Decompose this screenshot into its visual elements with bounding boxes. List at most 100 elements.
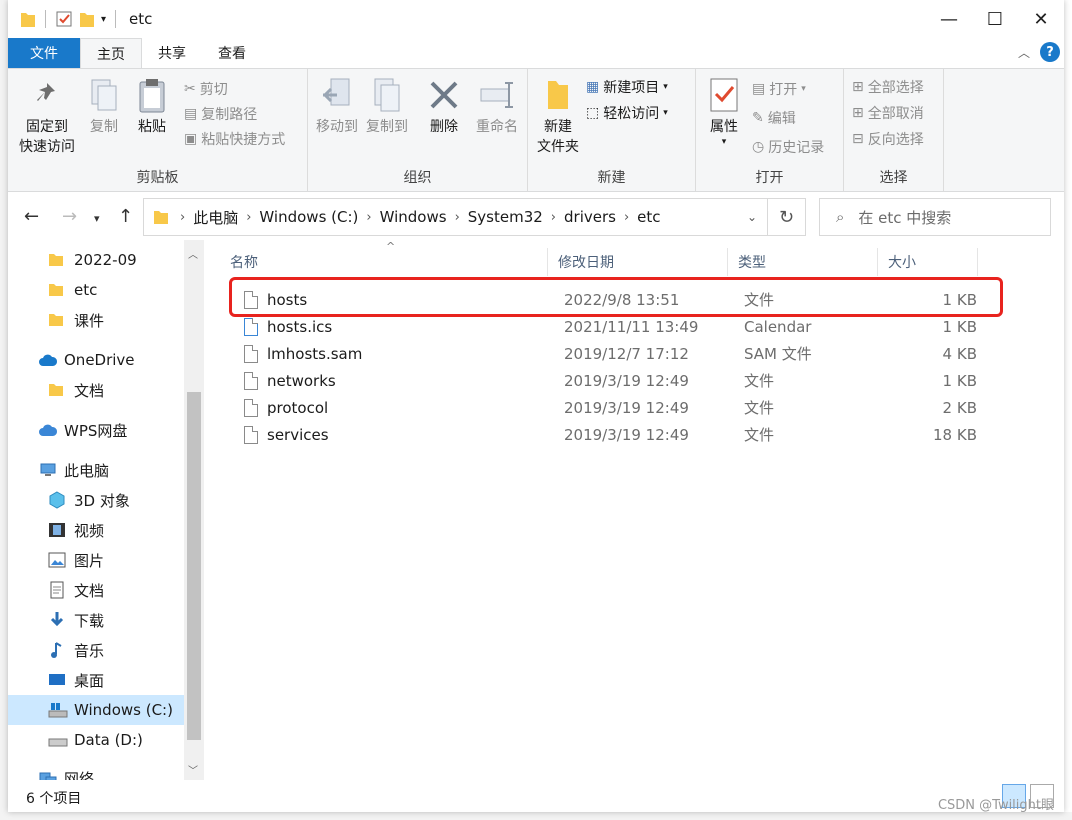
recent-locations-chevron-icon[interactable]: ▾ [94,212,100,225]
open-button[interactable]: ▤ 打开 ▾ [752,77,806,101]
breadcrumb-separator-icon: › [454,209,460,225]
tab-share[interactable]: 共享 [142,38,202,68]
pin-to-quick-access-button[interactable]: 固定到 快速访问 [16,75,78,157]
file-row[interactable]: services 2019/3/19 12:49 文件 18 KB [230,421,990,448]
column-header-date[interactable]: 修改日期 [548,248,728,276]
file-name: services [267,425,329,444]
nav-item-etc[interactable]: etc [8,275,184,305]
tab-view[interactable]: 查看 [202,38,262,68]
drive-icon [48,738,68,747]
search-box[interactable]: ⌕ 在 etc 中搜索 [819,198,1051,236]
help-icon[interactable]: ? [1040,42,1060,62]
nav-item-windows-c[interactable]: Windows (C:) [8,695,184,725]
file-row[interactable]: hosts.ics 2021/11/11 13:49 Calendar 1 KB [230,313,990,340]
paste-shortcut-label: 粘贴快捷方式 [201,132,286,148]
nav-item-label: WPS网盘 [64,421,128,440]
new-folder-button[interactable]: 新建 文件夹 [534,75,582,157]
nav-item-onedrive[interactable]: OneDrive [8,345,184,375]
breadcrumb-separator-icon: › [246,209,252,225]
nav-item-2022-09[interactable]: 2022-09 [8,245,184,275]
open-chevron-icon: ▾ [801,84,806,94]
customize-toolbar-chevron-icon[interactable]: ▾ [101,14,106,25]
close-button[interactable]: ✕ [1018,0,1064,38]
move-to-button[interactable]: 移动到 [314,75,360,137]
nav-item-downloads[interactable]: 下载 [8,605,184,635]
select-all-button[interactable]: ⊞ 全部选择 [852,75,924,99]
file-row[interactable]: hosts 2022/9/8 13:51 文件 1 KB [230,286,990,313]
copy-path-button[interactable]: ▤ 复制路径 [184,102,257,126]
tab-home[interactable]: 主页 [80,38,142,68]
rename-button[interactable]: 重命名 [472,75,522,137]
up-arrow-icon[interactable]: ↑ [118,206,133,227]
new-item-button[interactable]: ▦ 新建项目 ▾ [586,75,668,99]
nav-scrollbar[interactable]: ︿ ﹀ [184,240,204,780]
copy-to-label: 复制到 [366,119,408,135]
file-date: 2019/12/7 17:12 [564,344,689,363]
open-group-label: 打开 [755,170,784,186]
select-none-button[interactable]: ⊞ 全部取消 [852,101,924,125]
easy-access-button[interactable]: ⬚ 轻松访问 ▾ [586,101,668,125]
folder-icon [49,254,63,266]
address-bar[interactable]: › 此电脑 › Windows (C:) › Windows › System3… [143,198,768,236]
nav-item-3d-objects[interactable]: 3D 对象 [8,485,184,515]
breadcrumb-windows[interactable]: Windows [380,208,447,226]
scroll-down-chevron-icon[interactable]: ﹀ [188,762,198,777]
file-icon [244,425,258,444]
properties-chevron-icon: ▾ [721,137,727,147]
file-row[interactable]: lmhosts.sam 2019/12/7 17:12 SAM 文件 4 KB [230,340,990,367]
collapse-ribbon-chevron-icon[interactable]: ︿ [1018,44,1030,61]
invert-selection-button[interactable]: ⊟ 反向选择 [852,127,924,151]
file-size: 1 KB [942,290,977,309]
nav-item-network[interactable]: 网络 [8,763,184,780]
paste-shortcut-button[interactable]: ▣ 粘贴快捷方式 [184,127,285,151]
nav-item-documents[interactable]: 文档 [8,575,184,605]
breadcrumb-etc[interactable]: etc [637,208,660,226]
breadcrumb-system32[interactable]: System32 [468,208,543,226]
column-header-type[interactable]: 类型 [728,248,878,276]
breadcrumb-drivers[interactable]: drivers [564,208,616,226]
maximize-button[interactable]: ☐ [972,0,1018,38]
nav-item-courseware[interactable]: 课件 [8,305,184,335]
column-header-name[interactable]: 名称 [220,248,548,276]
edit-button[interactable]: ✎ 编辑 [752,106,796,130]
nav-item-data-d[interactable]: Data (D:) [8,725,184,755]
column-header-size[interactable]: 大小 [878,248,978,276]
forward-arrow-icon[interactable]: → [62,206,77,227]
nav-item-onedrive-documents[interactable]: 文档 [8,375,184,405]
cut-button[interactable]: ✂ 剪切 [184,77,228,101]
copy-to-button[interactable]: 复制到 [364,75,410,137]
refresh-button[interactable]: ↻ [768,198,806,236]
breadcrumb-windows-c[interactable]: Windows (C:) [259,208,358,226]
paste-button[interactable]: 粘贴 [134,75,170,137]
new-folder-quick-icon[interactable] [79,10,95,28]
nav-item-wps-cloud[interactable]: WPS网盘 [8,415,184,445]
nav-scrollbar-thumb[interactable] [187,392,201,740]
properties-button[interactable]: 属性 ▾ [704,75,744,147]
address-history-chevron-icon[interactable]: ⌄ [747,210,757,224]
nav-item-label: 3D 对象 [74,491,130,510]
new-item-icon: ▦ [586,79,600,95]
divider [115,10,117,28]
back-arrow-icon[interactable]: ← [24,206,39,227]
nav-item-this-pc[interactable]: 此电脑 [8,455,184,485]
file-date: 2019/3/19 12:49 [564,425,689,444]
refresh-icon: ↻ [778,206,795,228]
history-button[interactable]: ◷ 历史记录 [752,135,824,159]
nav-item-videos[interactable]: 视频 [8,515,184,545]
nav-item-desktop[interactable]: 桌面 [8,665,184,695]
file-row[interactable]: networks 2019/3/19 12:49 文件 1 KB [230,367,990,394]
folder-icon [49,384,63,396]
file-list: ^ 名称 修改日期 类型 大小 hosts 2022/9/8 13:51 文件 … [214,240,1064,780]
properties-quick-icon[interactable] [55,10,73,28]
nav-item-pictures[interactable]: 图片 [8,545,184,575]
copy-button[interactable]: 复制 [86,75,122,137]
file-row[interactable]: protocol 2019/3/19 12:49 文件 2 KB [230,394,990,421]
nav-item-music[interactable]: 音乐 [8,635,184,665]
breadcrumb-this-pc[interactable]: 此电脑 [193,207,238,228]
scroll-up-chevron-icon[interactable]: ︿ [188,246,198,261]
computer-icon [40,463,56,476]
minimize-button[interactable]: — [926,0,972,38]
tab-file[interactable]: 文件 [8,38,80,68]
new-folder-label-2: 文件夹 [537,139,579,155]
delete-button[interactable]: 删除 [426,75,462,137]
